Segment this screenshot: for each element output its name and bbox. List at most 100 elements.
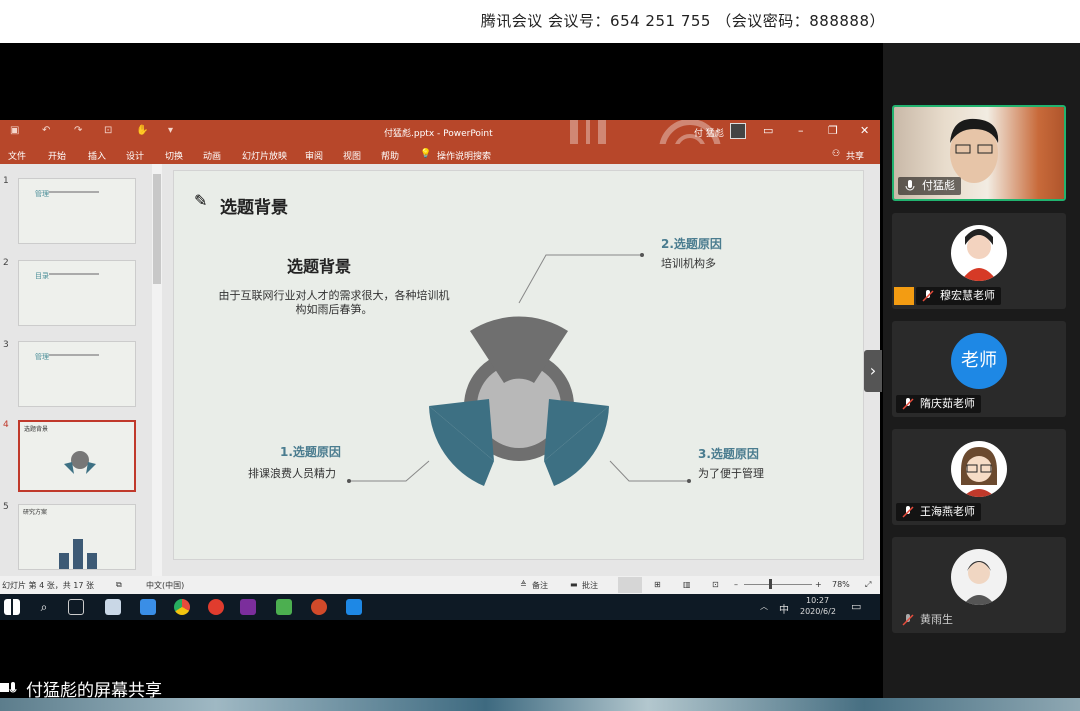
tab-help[interactable]: 帮助 <box>381 149 399 162</box>
minimize-icon[interactable]: – <box>798 124 804 137</box>
slide-sorter-icon[interactable]: ⊞ <box>654 580 661 589</box>
chevron-right-icon[interactable]: › <box>864 350 882 392</box>
normal-view-icon[interactable] <box>618 577 642 593</box>
slide-thumbnail[interactable]: 研究方案 <box>18 504 136 570</box>
screen-share-icon <box>0 680 22 698</box>
customize-quick-access-icon[interactable]: ▾ <box>168 125 173 136</box>
powerpoint-taskbar-icon[interactable] <box>311 599 327 615</box>
participant-card[interactable]: 穆宏慧老师 <box>892 213 1066 309</box>
reasons-diagram <box>347 253 691 486</box>
zoom-out-icon[interactable]: – <box>734 580 738 589</box>
participant-name-bar: 王海燕老师 <box>896 503 981 521</box>
ime-indicator[interactable]: 中 <box>779 601 789 616</box>
zoom-in-icon[interactable]: + <box>815 580 822 589</box>
search-icon[interactable]: ⌕ <box>36 599 52 615</box>
reason3-desc: 为了便于管理 <box>698 467 764 480</box>
touch-mode-icon[interactable]: ✋ <box>136 125 148 136</box>
tab-home[interactable]: 开始 <box>48 149 66 162</box>
tab-transitions[interactable]: 切换 <box>165 149 183 162</box>
participant-name-bar: 付猛彪 <box>898 177 961 195</box>
participants-panel: 付猛彪 穆宏慧老师 老师 隋庆茹老师 王海燕老师 黄雨生 <box>883 43 1080 698</box>
chrome-icon[interactable] <box>174 599 190 615</box>
background-strip <box>0 698 1080 711</box>
windows-start-icon[interactable] <box>4 599 20 615</box>
account-name[interactable]: 付 猛彪 <box>694 126 724 139</box>
person-icon: ⚇ <box>832 149 841 159</box>
fit-to-window-icon[interactable]: ⤢ <box>865 580 871 590</box>
tab-review[interactable]: 审阅 <box>305 149 323 162</box>
reading-view-icon[interactable]: ▥ <box>683 580 691 589</box>
participant-card[interactable]: 王海燕老师 <box>892 429 1066 525</box>
reason2-desc: 培训机构多 <box>661 257 716 270</box>
avatar <box>951 225 1007 281</box>
ribbon-display-icon[interactable]: ▭ <box>763 124 773 137</box>
task-view-icon[interactable] <box>68 599 84 615</box>
maximize-icon[interactable]: ❐ <box>828 124 838 137</box>
participant-card[interactable]: 老师 隋庆茹老师 <box>892 321 1066 417</box>
reason1-title: 1.选题原因 <box>280 445 341 459</box>
mic-muted-icon <box>902 614 914 626</box>
title-bar: ▣ ↶ ↷ ⊡ ✋ ▾ 付猛彪.pptx - PowerPoint 付 猛彪 ▭… <box>0 120 880 164</box>
account-avatar[interactable] <box>730 123 746 139</box>
thumb-number: 1 <box>3 176 9 186</box>
notification-icon[interactable]: ▭ <box>851 600 861 613</box>
tray-chevron-icon[interactable]: ︿ <box>760 601 768 612</box>
tab-insert[interactable]: 插入 <box>88 149 106 162</box>
clock-time[interactable]: 10:27 <box>806 596 829 605</box>
tab-view[interactable]: 视图 <box>343 149 361 162</box>
zoom-level[interactable]: 78% <box>832 580 850 589</box>
avatar: 老师 <box>951 333 1007 389</box>
participant-name: 穆宏慧老师 <box>940 289 995 302</box>
tab-design[interactable]: 设计 <box>126 149 144 162</box>
slide-thumbnail-selected[interactable]: 选题背景 <box>18 420 136 492</box>
app-icon[interactable] <box>105 599 121 615</box>
slide-thumbnail[interactable]: 管理 <box>18 178 136 244</box>
windows-taskbar: ⌕ ︿ 中 10:27 2020/6/2 ▭ <box>0 594 880 620</box>
undo-icon[interactable]: ↶ <box>42 125 50 136</box>
reason2-title: 2.选题原因 <box>661 237 722 251</box>
share-button[interactable]: 共享 <box>846 149 864 162</box>
slideshow-view-icon[interactable]: ⊡ <box>712 580 719 589</box>
slide-thumbnail[interactable]: 管理 <box>18 341 136 407</box>
app-icon[interactable] <box>346 599 362 615</box>
app-icon[interactable] <box>240 599 256 615</box>
zoom-slider[interactable] <box>744 584 812 585</box>
app-icon[interactable] <box>276 599 292 615</box>
thumb-title: 管理 <box>35 190 49 198</box>
thumbnail-scrollbar[interactable] <box>152 164 162 576</box>
tab-slideshow[interactable]: 幻灯片放映 <box>242 149 287 162</box>
slide-thumbnail[interactable]: 目录 <box>18 260 136 326</box>
close-icon[interactable]: ✕ <box>860 124 869 137</box>
clock-date[interactable]: 2020/6/2 <box>800 607 836 616</box>
comments-icon: ▬ <box>570 580 578 589</box>
app-icon[interactable] <box>140 599 156 615</box>
tell-me-search[interactable]: 操作说明搜索 <box>437 149 491 162</box>
language-indicator[interactable]: 中文(中国) <box>146 580 184 591</box>
ribbon-tabs: 文件 开始 插入 设计 切换 动画 幻灯片放映 审阅 视图 帮助 💡 操作说明搜… <box>0 144 880 164</box>
lightbulb-icon: 💡 <box>420 149 432 159</box>
notes-button[interactable]: 备注 <box>532 580 548 591</box>
thumb-number: 2 <box>3 258 9 268</box>
meeting-topbar: 腾讯会议 会议号：654 251 755 （会议密码：888888） <box>0 0 1080 43</box>
thumb-title: 研究方案 <box>23 509 48 516</box>
participant-name: 付猛彪 <box>922 179 955 192</box>
thumb-number: 4 <box>3 420 9 430</box>
thumb-title: 目录 <box>35 272 49 280</box>
meeting-info: 腾讯会议 会议号：654 251 755 （会议密码：888888） <box>480 12 885 30</box>
current-slide[interactable]: ✎ 选题背景 选题背景 由于互联网行业对人才的需求很大，各种培训机构如雨后春笋。… <box>173 170 864 560</box>
app-icon[interactable] <box>208 599 224 615</box>
tab-animations[interactable]: 动画 <box>203 149 221 162</box>
redo-icon[interactable]: ↷ <box>74 125 82 136</box>
zoom-slider-thumb[interactable] <box>769 579 772 589</box>
save-icon[interactable]: ▣ <box>10 125 19 136</box>
start-slideshow-icon[interactable]: ⊡ <box>104 125 112 136</box>
accessibility-icon[interactable]: ⧉ <box>116 580 122 590</box>
comments-button[interactable]: 批注 <box>582 580 598 591</box>
notes-icon: ≜ <box>520 580 527 589</box>
participant-card[interactable]: 付猛彪 <box>892 105 1066 201</box>
tab-file[interactable]: 文件 <box>8 149 26 162</box>
reason1-desc: 排课浪费人员精力 <box>248 467 336 480</box>
participant-card[interactable]: 黄雨生 <box>892 537 1066 633</box>
slide-count: 幻灯片 第 4 张，共 17 张 <box>2 581 94 590</box>
scroll-thumb[interactable] <box>153 174 161 284</box>
